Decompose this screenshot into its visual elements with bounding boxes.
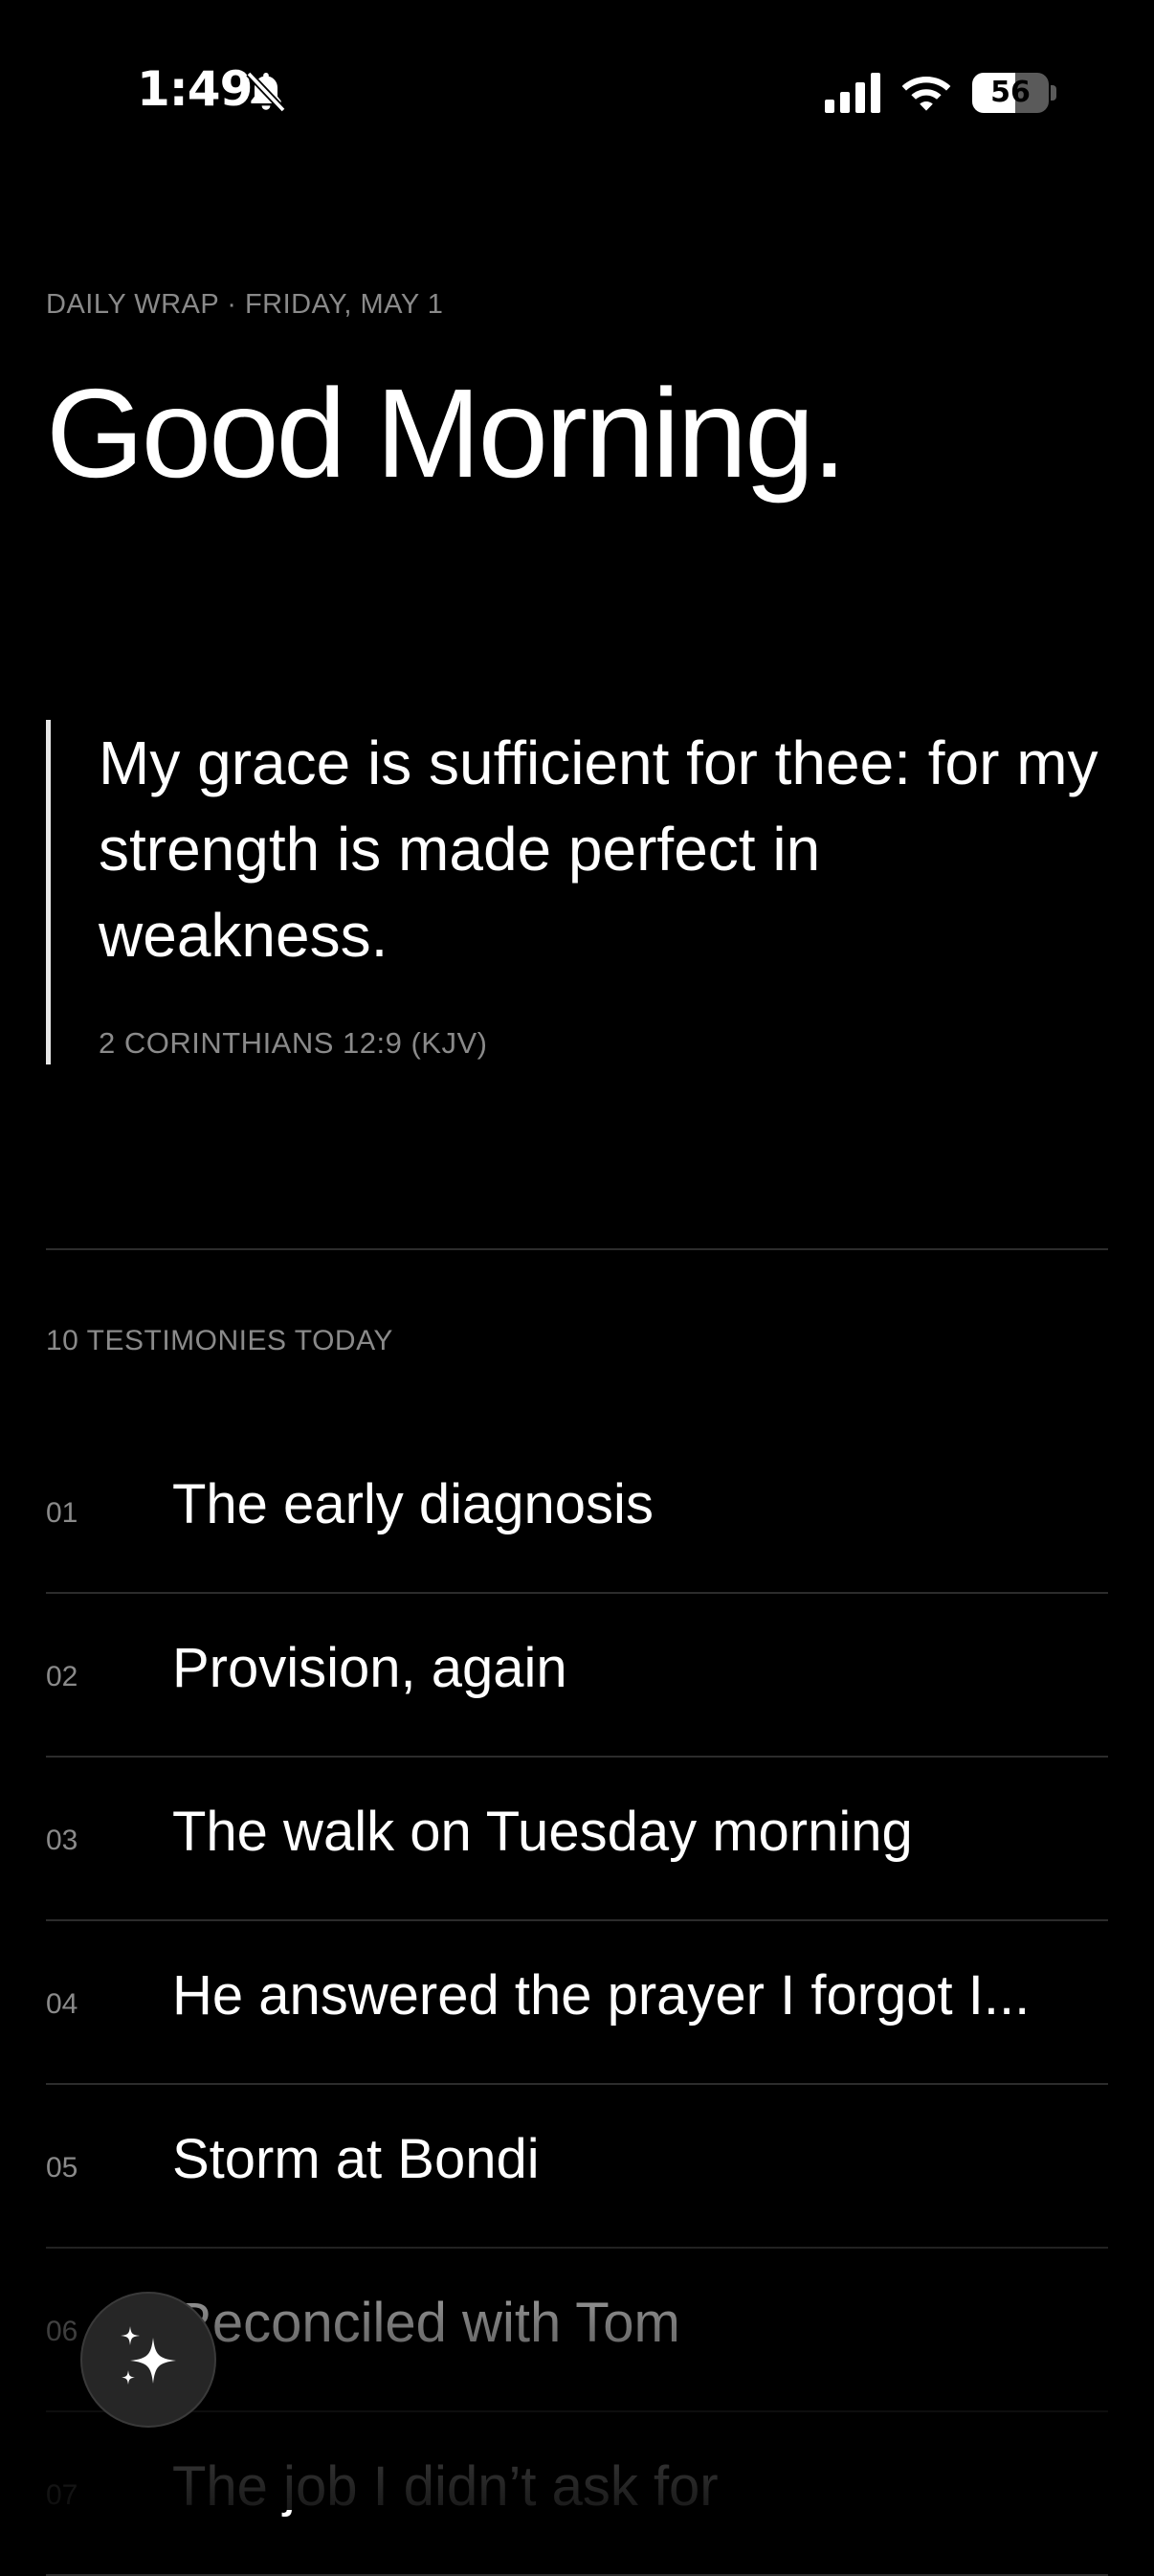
testimonies-count-label: 10 TESTIMONIES TODAY (46, 1325, 393, 1356)
wifi-icon (901, 77, 951, 111)
cellular-signal-icon (825, 73, 880, 113)
testimony-title: Reconciled with Tom (172, 2292, 680, 2354)
testimony-number: 05 (46, 2152, 78, 2184)
testimony-number: 07 (46, 2479, 78, 2511)
greeting-title: Good Morning. (46, 363, 847, 504)
bell-slash-icon (246, 71, 286, 113)
testimony-number: 04 (46, 1988, 78, 2020)
testimony-item[interactable]: 07 The job I didn’t ask for (46, 2412, 1108, 2576)
status-bar: 1:49 56 (0, 0, 1154, 191)
testimony-number: 02 (46, 1661, 78, 1692)
verse-text: My grace is sufficient for thee: for my … (99, 728, 1099, 970)
sparkles-button[interactable] (80, 2292, 216, 2428)
battery-body: 56 (972, 73, 1049, 113)
testimony-number: 06 (46, 2316, 78, 2347)
testimony-title: The job I didn’t ask for (172, 2455, 719, 2518)
testimony-title: Provision, again (172, 1637, 567, 1699)
verse-quote: My grace is sufficient for thee: for my … (46, 720, 1113, 1064)
testimony-item[interactable]: 01 The early diagnosis (46, 1430, 1108, 1594)
battery-nub (1051, 85, 1056, 101)
testimony-title: The walk on Tuesday morning (172, 1801, 913, 1863)
testimony-item[interactable]: 05 Storm at Bondi (46, 2085, 1108, 2249)
battery-icon: 56 (972, 73, 1056, 113)
testimony-item[interactable]: 04 He answered the prayer I forgot I... (46, 1921, 1108, 2085)
sparkles-icon (121, 2326, 176, 2385)
testimony-title: The early diagnosis (172, 1473, 654, 1535)
testimony-item[interactable]: 03 The walk on Tuesday morning (46, 1758, 1108, 1921)
testimony-number: 03 (46, 1825, 78, 1856)
daily-wrap-eyebrow: DAILY WRAP · FRIDAY, MAY 1 (46, 289, 444, 320)
status-time: 1:49 (137, 61, 253, 117)
verse-reference: 2 CORINTHIANS 12:9 (KJV) (99, 1026, 488, 1060)
testimony-number: 01 (46, 1497, 78, 1529)
testimony-title: Storm at Bondi (172, 2128, 540, 2190)
testimony-item[interactable]: 02 Provision, again (46, 1594, 1108, 1758)
testimony-title: He answered the prayer I forgot I... (172, 1964, 1031, 2027)
testimony-list: 01 The early diagnosis 02 Provision, again 0… (46, 1430, 1108, 2576)
battery-percent: 56 (990, 76, 1031, 109)
section-divider (46, 1248, 1108, 1250)
